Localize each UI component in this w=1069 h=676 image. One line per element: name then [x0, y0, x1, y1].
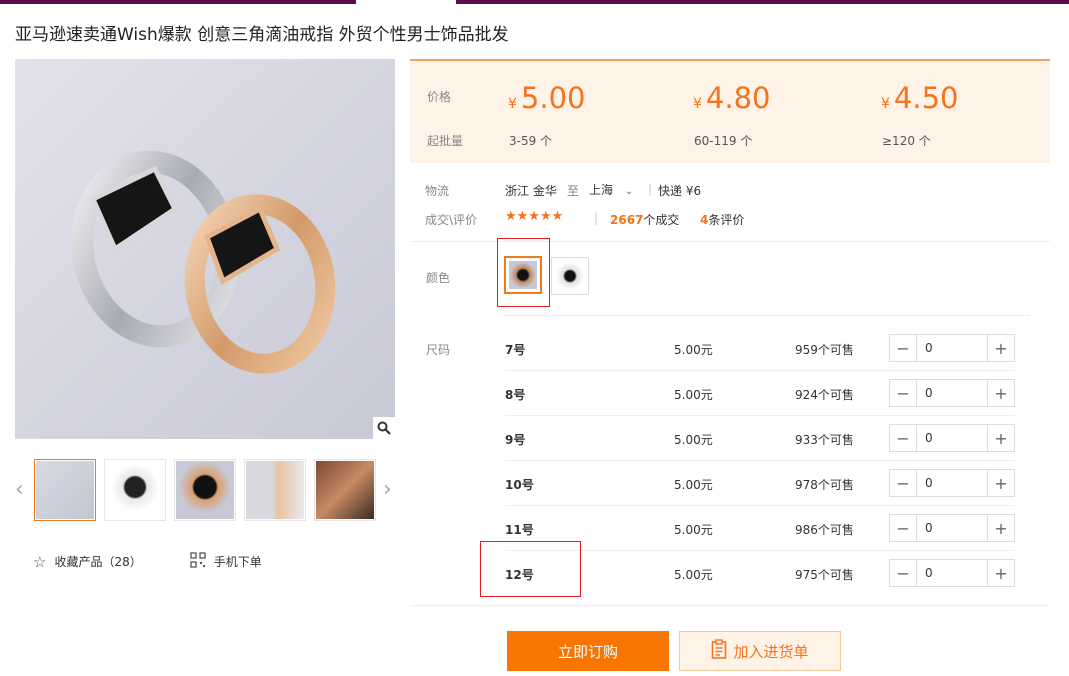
color-option-2[interactable] — [551, 257, 589, 295]
product-actions: ☆ 收藏产品（28） 手机下单 — [33, 552, 262, 571]
thumbnail-5[interactable] — [314, 459, 376, 521]
tier-range-1: 3-59 个 — [509, 134, 553, 148]
thumbnail-strip: ‹ › — [15, 459, 395, 521]
sku-row-7: 7号 5.00元 959个可售 − 0 + — [505, 326, 1015, 371]
prev-arrow-icon[interactable]: ‹ — [15, 477, 24, 502]
rating-stars: ★★★★★ — [505, 209, 564, 224]
quantity-stepper: − 0 + — [889, 424, 1015, 452]
sku-row-12: 12号 5.00元 975个可售 − 0 + — [505, 551, 1015, 596]
sku-price: 5.00元 — [674, 433, 713, 447]
quantity-stepper: − 0 + — [889, 559, 1015, 587]
minus-button[interactable]: − — [890, 470, 916, 496]
sku-stock: 975个可售 — [795, 568, 854, 582]
sku-stock: 959个可售 — [795, 343, 854, 357]
quantity-input[interactable]: 0 — [916, 560, 988, 586]
sku-price: 5.00元 — [674, 343, 713, 357]
plus-button[interactable]: + — [988, 515, 1014, 541]
thumbnail-2[interactable] — [104, 459, 166, 521]
thumbnail-4[interactable] — [244, 459, 306, 521]
destination-select[interactable]: 上海 ⌄ — [589, 181, 633, 198]
tier-range-2: 60-119 个 — [694, 134, 753, 148]
quantity-input[interactable]: 0 — [916, 425, 988, 451]
size-value: 9号 — [505, 433, 526, 447]
divider — [410, 605, 1050, 606]
sku-row-8: 8号 5.00元 924个可售 − 0 + — [505, 371, 1015, 416]
size-value: 8号 — [505, 388, 526, 402]
add-to-cart-button[interactable]: 加入进货单 — [679, 631, 841, 671]
quantity-input[interactable]: 0 — [916, 470, 988, 496]
plus-button[interactable]: + — [988, 560, 1014, 586]
minus-button[interactable]: − — [890, 335, 916, 361]
quantity-input[interactable]: 0 — [916, 380, 988, 406]
sku-price: 5.00元 — [674, 523, 713, 537]
deals-row: 成交\评价 ★★★★★ | 2667个成交 4条评价 — [425, 209, 745, 228]
tier-price-3: ¥4.50 — [881, 81, 959, 115]
plus-button[interactable]: + — [988, 425, 1014, 451]
size-value: 7号 — [505, 343, 526, 357]
moq-label: 起批量 — [427, 134, 464, 148]
main-product-image[interactable] — [15, 59, 395, 439]
minus-button[interactable]: − — [890, 560, 916, 586]
plus-button[interactable]: + — [988, 335, 1014, 361]
size-value: 11号 — [505, 523, 534, 537]
mobile-order-button[interactable]: 手机下单 — [190, 552, 262, 571]
express-fee: 快递 ¥6 — [658, 184, 702, 198]
sku-stock: 978个可售 — [795, 478, 854, 492]
size-value: 10号 — [505, 478, 534, 492]
thumbnail-3[interactable] — [174, 459, 236, 521]
ship-from: 浙江 金华 — [505, 184, 557, 198]
chevron-down-icon: ⌄ — [624, 186, 634, 197]
favorite-button[interactable]: ☆ 收藏产品（28） — [33, 552, 142, 571]
minus-button[interactable]: − — [890, 380, 916, 406]
tier-range-3: ≥120 个 — [882, 134, 931, 148]
tier-price-2: ¥4.80 — [693, 81, 771, 115]
sku-stock: 986个可售 — [795, 523, 854, 537]
dotted-divider — [505, 315, 1030, 316]
thumbnail-1[interactable] — [34, 459, 96, 521]
plus-button[interactable]: + — [988, 380, 1014, 406]
rings-illustration — [71, 150, 336, 374]
minus-button[interactable]: − — [890, 425, 916, 451]
quantity-stepper: − 0 + — [889, 514, 1015, 542]
quantity-stepper: − 0 + — [889, 379, 1015, 407]
zoom-icon[interactable] — [373, 417, 395, 439]
next-arrow-icon[interactable]: › — [383, 477, 392, 502]
highlight-box-size — [480, 541, 581, 597]
price-label: 价格 — [427, 90, 452, 104]
sku-stock: 924个可售 — [795, 388, 854, 402]
deal-count[interactable]: 2667个成交 — [610, 211, 679, 228]
sku-price: 5.00元 — [674, 478, 713, 492]
review-count[interactable]: 4条评价 — [700, 211, 744, 228]
color-label: 颜色 — [426, 271, 451, 285]
quantity-input[interactable]: 0 — [916, 515, 988, 541]
top-color-bar — [0, 0, 1069, 4]
tier-price-1: ¥5.00 — [508, 81, 586, 115]
size-label: 尺码 — [426, 343, 451, 357]
quantity-input[interactable]: 0 — [916, 335, 988, 361]
sku-row-11: 11号 5.00元 986个可售 − 0 + — [505, 506, 1015, 551]
logistics-row: 物流 浙江 金华 至 上海 ⌄ | 快递 ¥6 — [425, 181, 702, 198]
highlight-box-color — [497, 238, 550, 307]
quantity-stepper: − 0 + — [889, 334, 1015, 362]
logistics-label: 物流 — [425, 184, 450, 198]
star-outline-icon: ☆ — [33, 552, 47, 571]
qr-code-icon — [190, 552, 206, 571]
sku-row-10: 10号 5.00元 978个可售 − 0 + — [505, 461, 1015, 506]
to-word: 至 — [567, 184, 580, 198]
plus-button[interactable]: + — [988, 470, 1014, 496]
clipboard-icon — [711, 639, 727, 663]
product-title: 亚马逊速卖通Wish爆款 创意三角滴油戒指 外贸个性男士饰品批发 — [15, 25, 509, 45]
sku-price: 5.00元 — [674, 388, 713, 402]
deals-label: 成交\评价 — [425, 213, 478, 227]
minus-button[interactable]: − — [890, 515, 916, 541]
sku-row-9: 9号 5.00元 933个可售 − 0 + — [505, 416, 1015, 461]
buy-now-button[interactable]: 立即订购 — [507, 631, 669, 671]
sku-stock: 933个可售 — [795, 433, 854, 447]
price-panel: 价格 起批量 ¥5.00 ¥4.80 ¥4.50 3-59 个 60-119 个… — [410, 59, 1050, 163]
quantity-stepper: − 0 + — [889, 469, 1015, 497]
sku-price: 5.00元 — [674, 568, 713, 582]
